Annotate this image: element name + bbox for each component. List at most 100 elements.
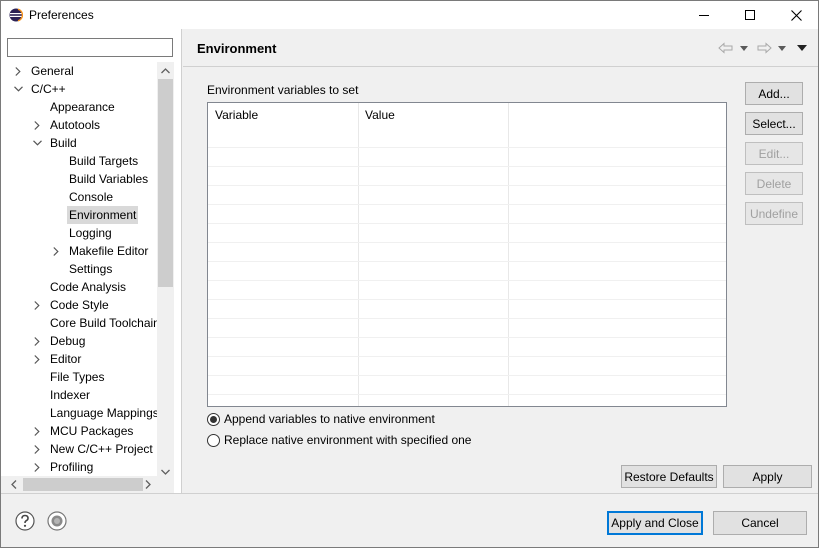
tree-item[interactable]: Console bbox=[1, 188, 157, 206]
collapse-chevron-right-icon[interactable] bbox=[32, 350, 42, 368]
collapse-chevron-right-icon[interactable] bbox=[32, 116, 42, 134]
maximize-icon bbox=[745, 10, 755, 20]
tree-item-label: MCU Packages bbox=[50, 424, 134, 438]
tree-item[interactable]: Makefile Editor bbox=[1, 242, 157, 260]
minimize-icon bbox=[699, 15, 709, 16]
tree-item-label: Language Mappings bbox=[50, 406, 157, 420]
title-bar: Preferences bbox=[1, 1, 818, 29]
tree-item[interactable]: Settings bbox=[1, 260, 157, 278]
tree-item-label: File Types bbox=[50, 370, 105, 384]
view-menu-icon bbox=[797, 45, 807, 51]
tree-item[interactable]: File Types bbox=[1, 368, 157, 386]
replace-environment-option[interactable]: Replace native environment with specifie… bbox=[207, 431, 471, 449]
apply-and-close-button[interactable]: Apply and Close bbox=[607, 511, 703, 535]
radio-button-append[interactable] bbox=[207, 412, 220, 426]
window-title: Preferences bbox=[29, 8, 94, 22]
tree-item-label: Code Style bbox=[50, 298, 109, 312]
dropdown-arrow-icon bbox=[778, 45, 786, 51]
radio-button-replace[interactable] bbox=[207, 433, 220, 447]
tree-item[interactable]: Core Build Toolchain bbox=[1, 314, 157, 332]
append-variables-option[interactable]: Append variables to native environment bbox=[207, 410, 435, 428]
restore-defaults-button[interactable]: Restore Defaults bbox=[621, 465, 717, 488]
scroll-thumb[interactable] bbox=[23, 478, 143, 491]
replace-environment-label: Replace native environment with specifie… bbox=[224, 433, 472, 447]
table-row-divider bbox=[208, 204, 726, 205]
tree-item-label: Logging bbox=[69, 226, 112, 240]
tree-item[interactable]: Autotools bbox=[1, 116, 157, 134]
close-button[interactable] bbox=[773, 1, 818, 29]
tree-item[interactable]: Debug bbox=[1, 332, 157, 350]
collapse-chevron-right-icon[interactable] bbox=[32, 440, 42, 458]
tree-item-label: Code Analysis bbox=[50, 280, 127, 294]
apply-button[interactable]: Apply bbox=[723, 465, 812, 488]
collapse-chevron-right-icon[interactable] bbox=[32, 332, 42, 350]
tree-item-label: Build Targets bbox=[69, 154, 139, 168]
undefine-button[interactable]: Undefine bbox=[745, 202, 803, 225]
collapse-chevron-right-icon[interactable] bbox=[13, 62, 23, 80]
scroll-right-arrow[interactable] bbox=[139, 476, 156, 493]
tree-vertical-scrollbar[interactable] bbox=[157, 62, 174, 480]
column-header-value[interactable]: Value bbox=[358, 103, 508, 128]
table-row-divider bbox=[208, 185, 726, 186]
collapse-chevron-right-icon[interactable] bbox=[32, 458, 42, 476]
tree-item[interactable]: Appearance bbox=[1, 98, 157, 116]
maximize-button[interactable] bbox=[727, 1, 773, 29]
cancel-button[interactable]: Cancel bbox=[713, 511, 807, 535]
environment-variables-label: Environment variables to set bbox=[207, 83, 359, 97]
tree-item-label: Debug bbox=[50, 334, 86, 348]
edit-button[interactable]: Edit... bbox=[745, 142, 803, 165]
table-row-divider bbox=[208, 166, 726, 167]
back-history-dropdown[interactable] bbox=[740, 39, 748, 57]
tree-item[interactable]: Language Mappings bbox=[1, 404, 157, 422]
collapse-chevron-right-icon[interactable] bbox=[32, 422, 42, 440]
delete-button[interactable]: Delete bbox=[745, 172, 803, 195]
forward-button[interactable] bbox=[756, 39, 772, 57]
tree-item[interactable]: Editor bbox=[1, 350, 157, 368]
collapse-chevron-right-icon[interactable] bbox=[32, 296, 42, 314]
minimize-button[interactable] bbox=[681, 1, 727, 29]
collapse-chevron-right-icon[interactable] bbox=[51, 242, 61, 260]
tree-item[interactable]: Indexer bbox=[1, 386, 157, 404]
tree-item-label: Build Variables bbox=[69, 172, 149, 186]
page-title: Environment bbox=[197, 41, 277, 56]
table-row-divider bbox=[208, 299, 726, 300]
environment-variables-table[interactable]: Variable Value bbox=[207, 102, 727, 407]
tree-item[interactable]: Build bbox=[1, 134, 157, 152]
select-button[interactable]: Select... bbox=[745, 112, 803, 135]
import-export-icon[interactable] bbox=[47, 511, 67, 531]
tree-item-label: General bbox=[31, 64, 74, 78]
tree-item[interactable]: C/C++ bbox=[1, 80, 157, 98]
view-menu-button[interactable] bbox=[797, 39, 807, 57]
help-icon[interactable] bbox=[15, 511, 35, 531]
tree-item-label: Profiling bbox=[50, 460, 94, 474]
tree-item[interactable]: Build Variables bbox=[1, 170, 157, 188]
tree-item-label: Autotools bbox=[50, 118, 101, 132]
preference-navigation: General C/C++ Appearance Autotools Build Buil… bbox=[1, 29, 182, 493]
tree-item[interactable]: Environment bbox=[1, 206, 157, 224]
chevron-right-icon bbox=[145, 480, 151, 489]
tree-item[interactable]: Code Analysis bbox=[1, 278, 157, 296]
scroll-up-arrow[interactable] bbox=[157, 62, 174, 79]
expand-chevron-down-icon[interactable] bbox=[32, 134, 42, 152]
tree-item[interactable]: New C/C++ Project bbox=[1, 440, 157, 458]
forward-history-dropdown[interactable] bbox=[778, 39, 786, 57]
tree-item[interactable]: Profiling bbox=[1, 458, 157, 476]
preference-tree: General C/C++ Appearance Autotools Build Buil… bbox=[1, 62, 157, 480]
add-button[interactable]: Add... bbox=[745, 82, 803, 105]
filter-input[interactable] bbox=[7, 38, 173, 57]
scroll-left-arrow[interactable] bbox=[5, 476, 22, 493]
tree-item[interactable]: Code Style bbox=[1, 296, 157, 314]
tree-item[interactable]: General bbox=[1, 62, 157, 80]
scroll-thumb[interactable] bbox=[158, 79, 173, 287]
column-header-variable[interactable]: Variable bbox=[208, 103, 358, 128]
tree-horizontal-scrollbar[interactable] bbox=[1, 476, 174, 493]
table-row-divider bbox=[208, 318, 726, 319]
table-row-divider bbox=[208, 356, 726, 357]
expand-chevron-down-icon[interactable] bbox=[13, 80, 23, 98]
table-row-divider bbox=[208, 394, 726, 395]
back-button[interactable] bbox=[718, 39, 734, 57]
tree-item[interactable]: Build Targets bbox=[1, 152, 157, 170]
tree-item[interactable]: Logging bbox=[1, 224, 157, 242]
tree-item[interactable]: MCU Packages bbox=[1, 422, 157, 440]
close-icon bbox=[790, 9, 802, 21]
